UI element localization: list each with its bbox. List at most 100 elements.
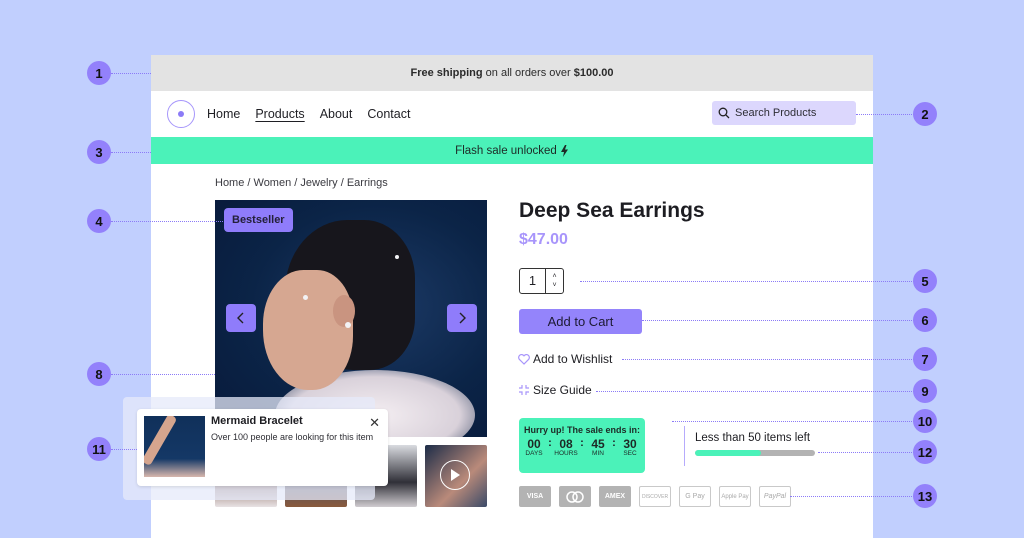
callout-line <box>111 73 151 74</box>
announcement-text: on all orders over <box>482 67 574 79</box>
callout-13: 13 <box>913 484 937 508</box>
image-arm <box>144 416 178 467</box>
separator: : <box>580 437 584 449</box>
search-placeholder: Search Products <box>735 107 817 119</box>
size-guide-link[interactable]: Size Guide <box>518 383 592 397</box>
callout-10: 10 <box>913 409 937 433</box>
popup-product-image <box>144 416 205 477</box>
stock-progress-bar <box>695 450 815 456</box>
increment-icon[interactable]: ˄ <box>552 272 556 281</box>
lightning-icon <box>560 144 568 157</box>
countdown-hours: 08 <box>559 437 573 451</box>
product-price: $47.00 <box>519 231 568 248</box>
countdown-days: 00 <box>527 437 541 451</box>
search-input[interactable]: Search Products <box>712 101 856 125</box>
chevron-right-icon <box>459 312 466 324</box>
product-title: Deep Sea Earrings <box>519 199 705 222</box>
heart-icon <box>518 353 530 365</box>
callout-line <box>111 449 137 450</box>
quantity-value[interactable]: 1 <box>520 269 545 293</box>
prev-image-button[interactable] <box>226 304 256 332</box>
hours-label: HOURS <box>554 450 578 457</box>
breadcrumb[interactable]: Home / Women / Jewelry / Earrings <box>215 177 388 189</box>
discover-icon: DISCOVER <box>639 486 671 507</box>
callout-line <box>580 281 914 282</box>
countdown-sec: 30 <box>623 437 637 451</box>
nav-products[interactable]: Products <box>255 107 304 121</box>
stepper-controls: ˄ ˅ <box>545 269 563 293</box>
decrement-icon[interactable]: ˅ <box>552 281 556 290</box>
visa-icon: VISA <box>519 486 551 507</box>
resize-icon <box>519 385 529 395</box>
min-label: MIN <box>592 450 604 457</box>
sale-countdown: Hurry up! The sale ends in: 00 DAYS : 08 H… <box>519 418 645 473</box>
callout-line <box>818 452 914 453</box>
separator: : <box>548 437 552 449</box>
callout-8: 8 <box>87 362 111 386</box>
nav-about[interactable]: About <box>320 107 353 121</box>
days-label: DAYS <box>525 450 543 457</box>
callout-line <box>642 320 914 321</box>
social-proof-popup[interactable]: Mermaid Bracelet Over 100 people are loo… <box>137 409 388 486</box>
logo-dot-icon <box>178 111 184 117</box>
bestseller-badge: Bestseller <box>224 208 293 232</box>
nav-home[interactable]: Home <box>207 107 240 121</box>
announcement-bar: Free shipping on all orders over $100.00 <box>151 55 873 91</box>
navbar: Home Products About Contact Search Produ… <box>151 91 873 137</box>
callout-2: 2 <box>913 102 937 126</box>
logo[interactable] <box>167 100 195 128</box>
stock-text: Less than 50 items left <box>695 432 811 444</box>
callout-line <box>790 496 914 497</box>
callout-3: 3 <box>87 140 111 164</box>
payment-methods: VISA AMEX DISCOVER G Pay Apple Pay PayPa… <box>519 486 791 507</box>
pearl-earring <box>345 322 351 328</box>
callout-11: 11 <box>87 437 111 461</box>
apple-pay-icon: Apple Pay <box>719 486 751 507</box>
video-thumbnail[interactable] <box>425 445 487 507</box>
add-to-wishlist-link[interactable]: Add to Wishlist <box>518 352 612 366</box>
play-icon <box>440 460 470 490</box>
amex-icon: AMEX <box>599 486 631 507</box>
size-guide-label: Size Guide <box>533 383 592 397</box>
pearl <box>395 255 399 259</box>
callout-4: 4 <box>87 209 111 233</box>
pearl <box>303 295 308 300</box>
image-face <box>263 270 353 390</box>
callout-line <box>596 391 914 392</box>
announcement-amount: $100.00 <box>573 67 614 79</box>
nav-contact[interactable]: Contact <box>367 107 410 121</box>
popup-title: Mermaid Bracelet <box>211 415 303 427</box>
search-icon <box>718 107 730 119</box>
close-icon[interactable]: ✕ <box>369 415 380 431</box>
callout-9: 9 <box>913 379 937 403</box>
mastercard-icon <box>559 486 591 507</box>
stock-progress-fill <box>695 450 761 456</box>
announcement-bold: Free shipping <box>410 67 483 79</box>
separator: : <box>612 437 616 449</box>
sec-label: SEC <box>623 450 637 457</box>
callout-12: 12 <box>913 440 937 464</box>
callout-line <box>622 359 914 360</box>
callout-7: 7 <box>913 347 937 371</box>
popup-subtitle: Over 100 people are looking for this ite… <box>211 432 374 442</box>
flash-text: Flash sale unlocked <box>455 144 557 157</box>
callout-line <box>856 114 914 115</box>
chevron-left-icon <box>237 312 244 324</box>
google-pay-icon: G Pay <box>679 486 711 507</box>
next-image-button[interactable] <box>447 304 477 332</box>
wishlist-label: Add to Wishlist <box>533 352 613 366</box>
add-to-cart-button[interactable]: Add to Cart <box>519 309 642 334</box>
callout-line <box>111 221 223 222</box>
countdown-min: 45 <box>591 437 605 451</box>
flash-sale-banner: Flash sale unlocked <box>151 137 873 164</box>
countdown-heading: Hurry up! The sale ends in: <box>523 425 641 435</box>
paypal-icon: PayPal <box>759 486 791 507</box>
callout-6: 6 <box>913 308 937 332</box>
image-ear <box>333 295 355 327</box>
callout-1: 1 <box>87 61 111 85</box>
quantity-stepper[interactable]: 1 ˄ ˅ <box>519 268 564 294</box>
callout-5: 5 <box>913 269 937 293</box>
callout-line <box>111 152 151 153</box>
callout-line <box>111 374 215 375</box>
divider <box>684 426 685 466</box>
